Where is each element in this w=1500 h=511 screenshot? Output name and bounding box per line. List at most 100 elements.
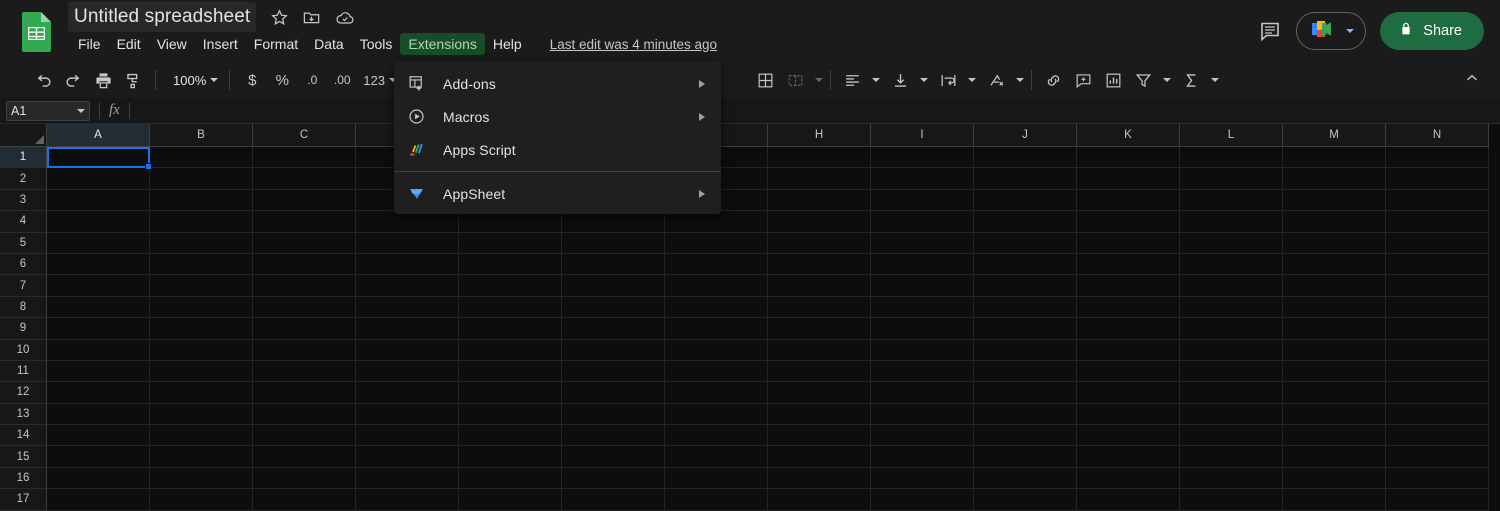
cell-N6[interactable] [1386,253,1489,276]
functions-icon[interactable] [1177,66,1207,94]
column-header-C[interactable]: C [253,124,356,147]
cell-K13[interactable] [1077,403,1180,426]
cell-L17[interactable] [1180,489,1283,511]
google-meet-button[interactable] [1296,12,1367,50]
menu-format[interactable]: Format [246,33,306,55]
document-title[interactable]: Untitled spreadsheet [68,2,257,32]
decrease-decimal-button[interactable]: .0 [297,66,327,94]
cell-N15[interactable] [1386,446,1489,468]
share-button[interactable]: Share [1380,12,1484,50]
cell-H17[interactable] [768,489,871,511]
cell-L12[interactable] [1180,382,1283,404]
cloud-saved-icon[interactable] [335,8,354,27]
cell-H9[interactable] [768,318,871,340]
cell-K6[interactable] [1077,253,1180,276]
cell-A4[interactable] [47,211,150,233]
text-wrap-icon[interactable] [934,66,964,94]
menu-view[interactable]: View [149,33,195,55]
cell-C5[interactable] [253,232,356,254]
cell-C6[interactable] [253,253,356,276]
create-filter-icon[interactable] [1129,66,1159,94]
cell-F9[interactable] [562,318,665,340]
cell-B6[interactable] [150,253,253,276]
cell-I10[interactable] [871,339,974,361]
cell-G15[interactable] [665,446,768,468]
row-header-8[interactable]: 8 [0,296,47,319]
cell-K2[interactable] [1077,168,1180,190]
row-header-15[interactable]: 15 [0,446,47,468]
cell-L16[interactable] [1180,467,1283,490]
cell-J5[interactable] [974,232,1077,254]
cell-J13[interactable] [974,403,1077,426]
cell-N2[interactable] [1386,168,1489,190]
cell-I1[interactable] [871,147,974,169]
cell-N16[interactable] [1386,467,1489,490]
cell-K10[interactable] [1077,339,1180,361]
column-header-M[interactable]: M [1283,124,1386,147]
cell-G17[interactable] [665,489,768,511]
cell-E11[interactable] [459,360,562,383]
cell-K11[interactable] [1077,360,1180,383]
currency-format-button[interactable]: $ [237,66,267,94]
row-header-4[interactable]: 4 [0,211,47,233]
percent-format-button[interactable]: % [267,66,297,94]
menu-item-appsheet[interactable]: AppSheet [394,177,721,210]
cell-H4[interactable] [768,211,871,233]
last-edit-status[interactable]: Last edit was 4 minutes ago [546,35,721,54]
row-header-1[interactable]: 1 [0,147,47,169]
cell-N13[interactable] [1386,403,1489,426]
cell-C9[interactable] [253,318,356,340]
cell-E5[interactable] [459,232,562,254]
cell-G11[interactable] [665,360,768,383]
cell-I12[interactable] [871,382,974,404]
cell-L7[interactable] [1180,275,1283,297]
cell-H1[interactable] [768,147,871,169]
cell-I4[interactable] [871,211,974,233]
star-icon[interactable] [270,8,289,27]
cell-J6[interactable] [974,253,1077,276]
menu-item-add-ons[interactable]: Add-ons [394,67,721,100]
cell-D12[interactable] [356,382,459,404]
cell-M11[interactable] [1283,360,1386,383]
cell-I2[interactable] [871,168,974,190]
cell-C8[interactable] [253,296,356,319]
cell-J11[interactable] [974,360,1077,383]
cell-A7[interactable] [47,275,150,297]
cell-E8[interactable] [459,296,562,319]
horizontal-align-icon[interactable] [838,66,868,94]
cell-J1[interactable] [974,147,1077,169]
cell-N12[interactable] [1386,382,1489,404]
cell-N14[interactable] [1386,425,1489,447]
cell-J8[interactable] [974,296,1077,319]
row-header-17[interactable]: 17 [0,489,47,511]
cell-C17[interactable] [253,489,356,511]
cell-N5[interactable] [1386,232,1489,254]
cell-B4[interactable] [150,211,253,233]
cell-I5[interactable] [871,232,974,254]
cell-J7[interactable] [974,275,1077,297]
cell-N17[interactable] [1386,489,1489,511]
cell-K14[interactable] [1077,425,1180,447]
column-header-H[interactable]: H [768,124,871,147]
cell-D13[interactable] [356,403,459,426]
cell-B7[interactable] [150,275,253,297]
menu-tools[interactable]: Tools [352,33,401,55]
cell-L3[interactable] [1180,189,1283,212]
cell-E15[interactable] [459,446,562,468]
cell-A14[interactable] [47,425,150,447]
cell-H6[interactable] [768,253,871,276]
cell-E13[interactable] [459,403,562,426]
cell-E17[interactable] [459,489,562,511]
cell-D4[interactable] [356,211,459,233]
cell-E10[interactable] [459,339,562,361]
column-header-L[interactable]: L [1180,124,1283,147]
cell-B10[interactable] [150,339,253,361]
chevron-down-icon[interactable] [1162,78,1171,82]
cell-L10[interactable] [1180,339,1283,361]
cell-M5[interactable] [1283,232,1386,254]
cell-F12[interactable] [562,382,665,404]
cell-A12[interactable] [47,382,150,404]
cell-E6[interactable] [459,253,562,276]
cell-A3[interactable] [47,189,150,212]
cell-F5[interactable] [562,232,665,254]
